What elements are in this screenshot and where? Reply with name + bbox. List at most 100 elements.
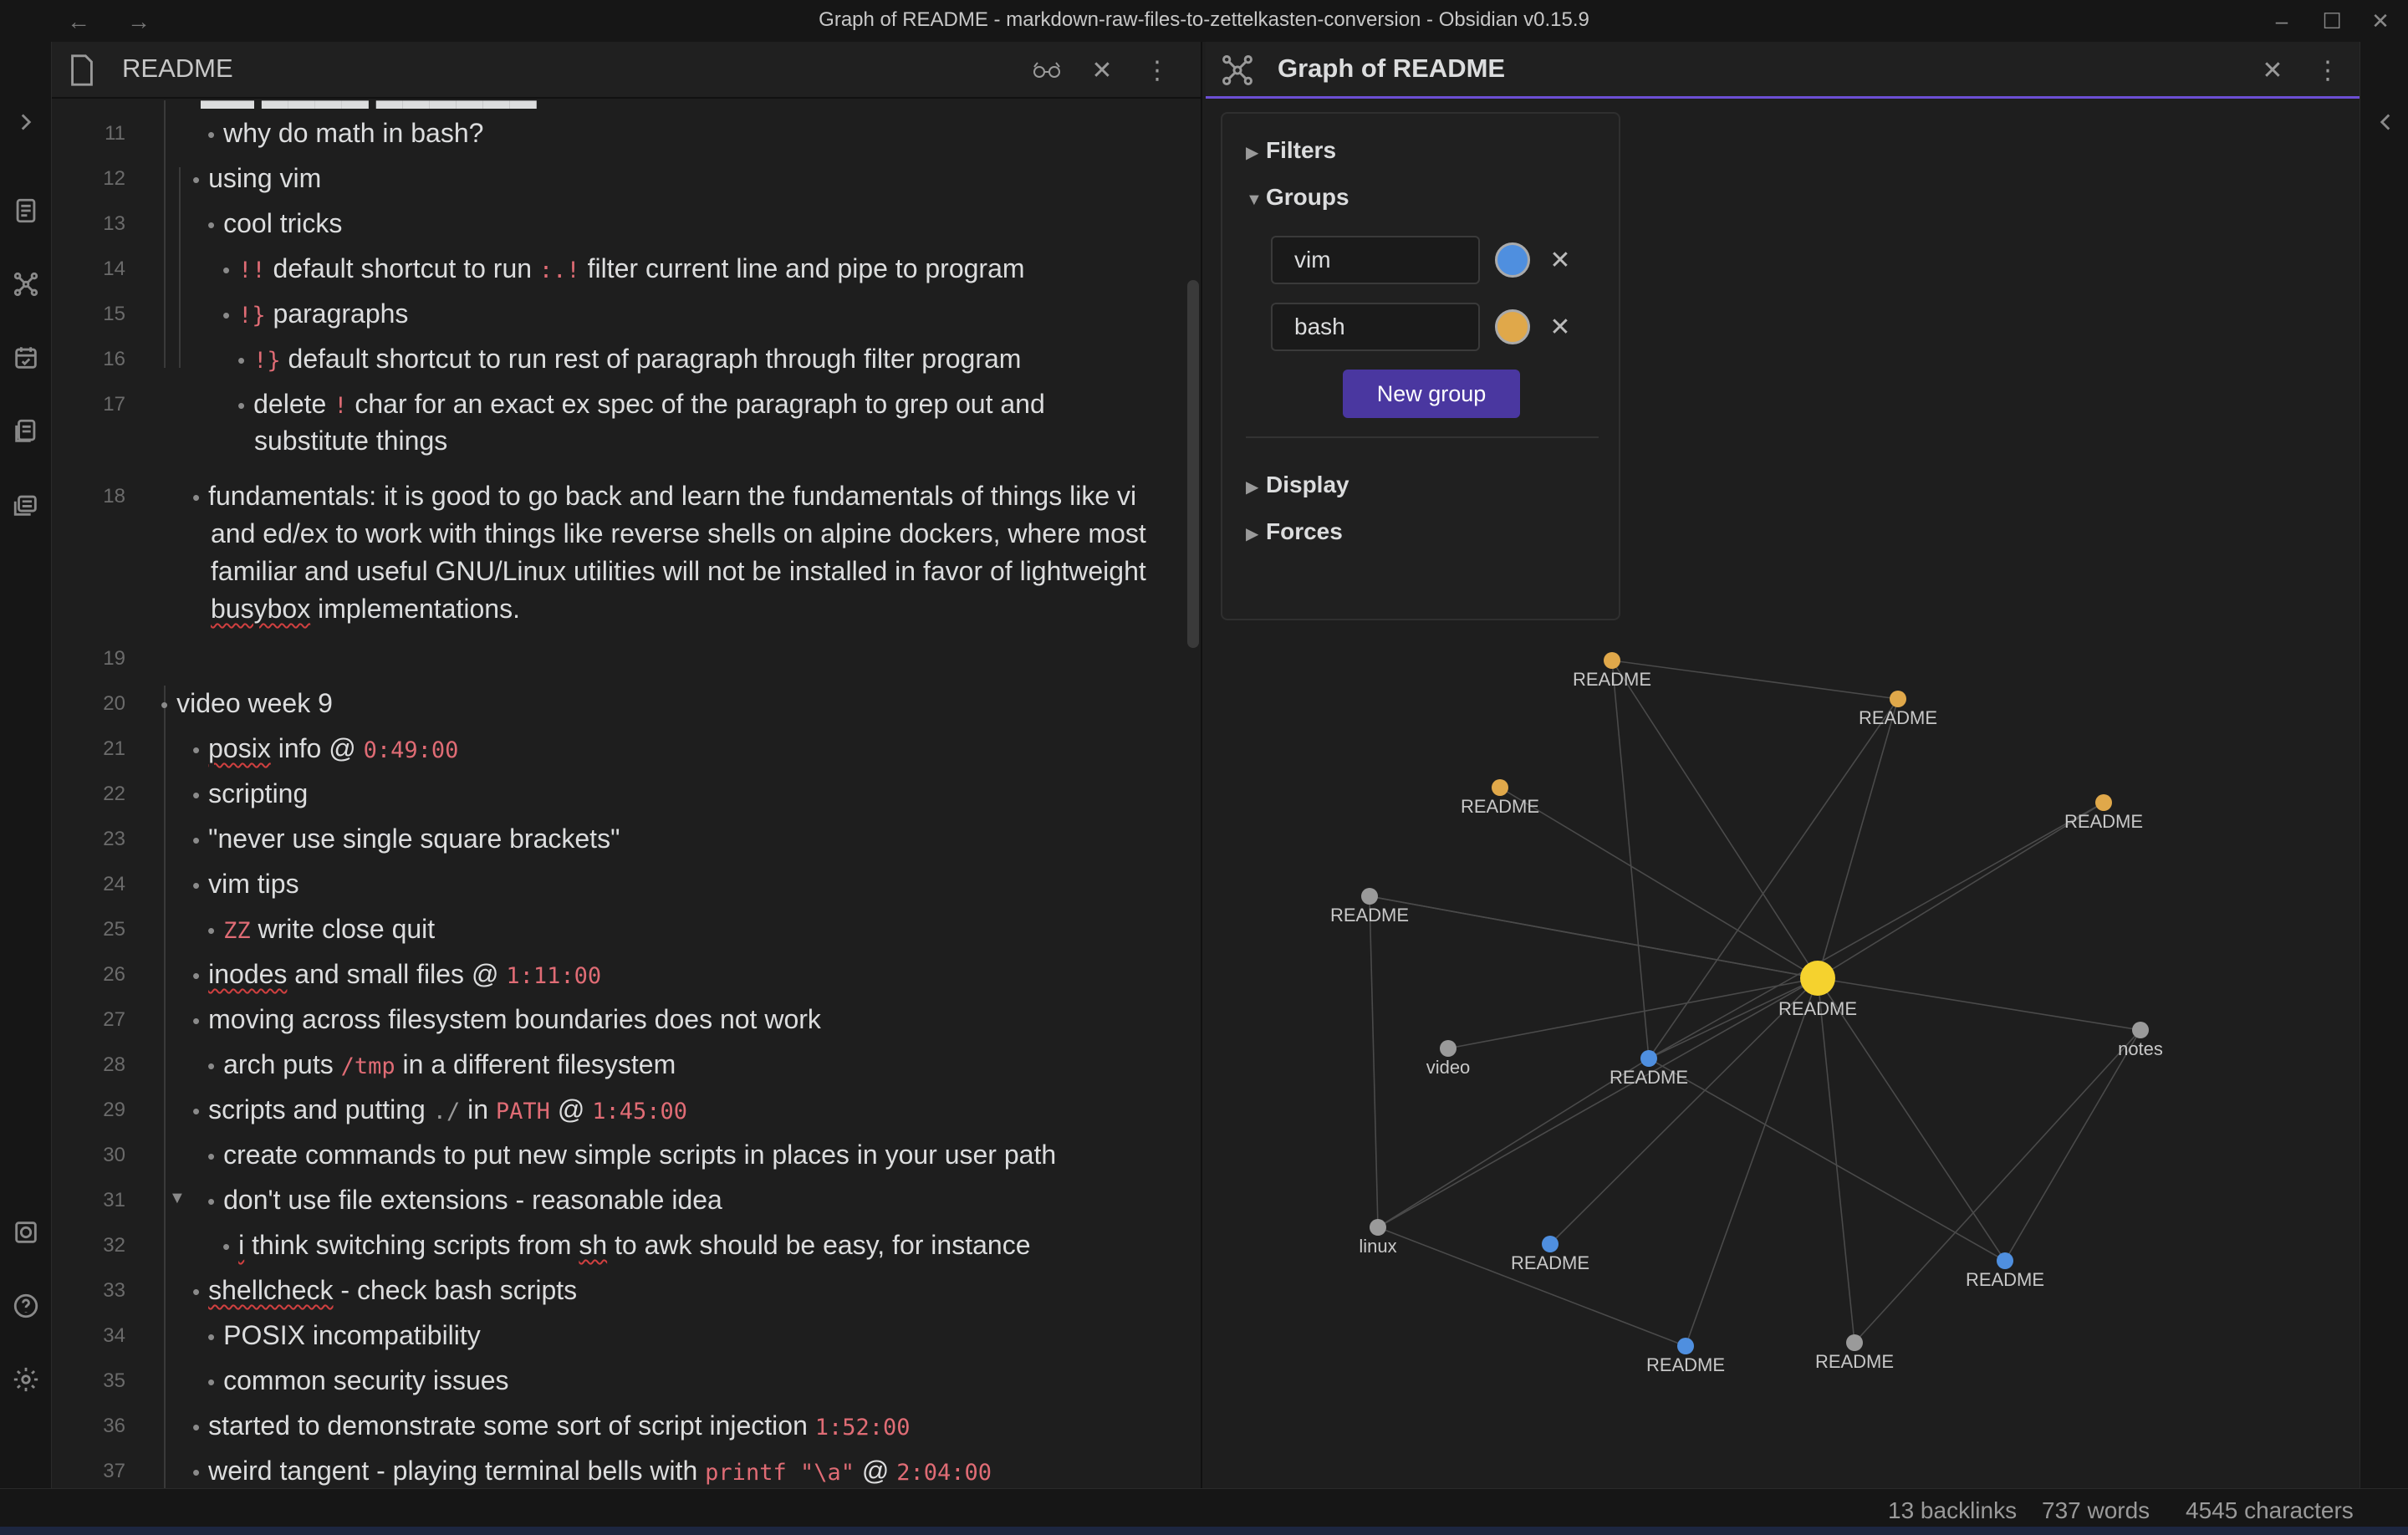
group-query-input[interactable]: vim (1271, 236, 1480, 284)
editor-line[interactable]: 30 • create commands to put new simple sc… (52, 1134, 1189, 1179)
graph-node[interactable] (1440, 1040, 1457, 1057)
graph-node[interactable] (1542, 1236, 1559, 1252)
editor-line[interactable]: 16 •!} default shortcut to run rest of p… (52, 338, 1189, 383)
editor-scrollbar[interactable] (1187, 280, 1199, 648)
graph-node-label: README (1573, 669, 1651, 690)
graph-node[interactable] (2095, 794, 2112, 811)
editor-line[interactable]: 12 • using vim (52, 157, 1189, 202)
editor-line[interactable]: 29 • scripts and putting ./ in PATH @ 1:4… (52, 1089, 1189, 1134)
graph-node-label: notes (2118, 1038, 2163, 1059)
editor-line[interactable]: 13 • cool tricks (52, 202, 1189, 247)
minimize-icon[interactable]: – (2259, 3, 2304, 38)
group-query-input[interactable]: bash (1271, 303, 1480, 351)
editor-line[interactable]: 34 • POSIX incompatibility (52, 1314, 1189, 1359)
caret-down-icon: ▼ (1246, 191, 1263, 209)
graph-node-label: README (1461, 796, 1539, 817)
settings-gear-icon[interactable] (9, 1363, 43, 1396)
graph-node[interactable] (1997, 1252, 2013, 1269)
expand-right-sidebar-icon[interactable] (2369, 105, 2402, 139)
editor-line[interactable]: 37 • weird tangent - playing terminal bel… (52, 1450, 1189, 1488)
editor-line[interactable]: 17 • delete ! char for an exact ex spec o… (52, 383, 1189, 458)
back-arrow-icon[interactable]: ← (62, 5, 95, 38)
graph-edge (1648, 802, 2104, 1059)
group-color-swatch[interactable] (1495, 309, 1530, 344)
graph-node[interactable] (1677, 1338, 1694, 1354)
editor-line[interactable]: 21 • posix info @ 0:49:00 (52, 727, 1189, 773)
graph-node[interactable] (2132, 1022, 2149, 1038)
editor-line[interactable]: 33 • shellcheck - check bash scripts (52, 1269, 1189, 1314)
vault-switcher-icon[interactable] (9, 1216, 43, 1249)
forces-section-toggle[interactable]: ▶ Forces (1246, 518, 1343, 545)
graph-more-options-icon[interactable]: ⋮ (2311, 54, 2344, 87)
graph-node[interactable] (1800, 961, 1835, 996)
graph-node[interactable] (1361, 888, 1378, 905)
reading-view-icon[interactable] (1030, 54, 1064, 87)
group-color-swatch[interactable] (1495, 242, 1530, 278)
slides-icon[interactable] (9, 488, 43, 522)
graph-node-label: README (1778, 998, 1857, 1019)
help-icon[interactable] (9, 1289, 43, 1323)
editor-line[interactable]: 26 • inodes and small files @ 1:11:00 (52, 953, 1189, 998)
editor-line[interactable]: 11 • why do math in bash? (52, 112, 1189, 157)
graph-node[interactable] (1604, 652, 1620, 669)
editor-line[interactable]: 15 •!} paragraphs (52, 293, 1189, 338)
daily-note-icon[interactable] (9, 341, 43, 375)
graph-pane: README README README README README README vide… (1206, 42, 2360, 1488)
graph-edge (1817, 977, 1855, 1344)
backlinks-count[interactable]: 13 backlinks (1888, 1497, 2017, 1524)
quick-switcher-icon[interactable] (9, 194, 43, 227)
editor-line[interactable]: 32 • i think switching scripts from sh to… (52, 1224, 1189, 1269)
more-options-icon[interactable]: ⋮ (1140, 54, 1174, 87)
forward-arrow-icon[interactable]: → (122, 5, 156, 38)
editor-line[interactable]: 22 • scripting (52, 773, 1189, 818)
caret-right-icon: ▶ (1246, 144, 1259, 162)
editor-line[interactable]: 24 • vim tips (52, 863, 1189, 908)
close-window-icon[interactable]: ✕ (2358, 3, 2403, 38)
editor-line[interactable]: 18 • fundamentals: it is good to go back … (52, 475, 1189, 625)
editor-line[interactable]: 28 • arch puts /tmp in a different filesy… (52, 1043, 1189, 1089)
editor-line[interactable]: 31 ▼ • don't use file extensions - reason… (52, 1179, 1189, 1224)
graph-edge (1611, 660, 1819, 979)
window-title: Graph of README - markdown-raw-files-to-… (819, 8, 1589, 31)
templates-icon[interactable] (9, 415, 43, 448)
editor-line[interactable]: 19 (52, 637, 1189, 682)
editor-line[interactable]: 35 • common security issues (52, 1359, 1189, 1405)
graph-node-label: linux (1359, 1236, 1396, 1257)
graph-node[interactable] (1846, 1334, 1863, 1351)
editor-line[interactable]: 20 • video week 9 (52, 682, 1189, 727)
editor-line[interactable]: 25 • ZZ write close quit (52, 908, 1189, 953)
graph-node[interactable] (1370, 1219, 1386, 1236)
character-count: 4545 characters (2186, 1497, 2354, 1523)
file-icon (71, 54, 93, 86)
graph-edge (1377, 1058, 1650, 1228)
expand-sidebar-icon[interactable] (9, 105, 43, 139)
filters-section-toggle[interactable]: ▶ Filters (1246, 137, 1336, 164)
close-tab-icon[interactable]: ✕ (1085, 54, 1119, 87)
graph-node[interactable] (1640, 1050, 1657, 1067)
new-group-button[interactable]: New group (1343, 370, 1520, 418)
groups-section-toggle[interactable]: ▼ Groups (1246, 184, 1349, 211)
right-ribbon (2360, 42, 2408, 1488)
editor-line[interactable]: 36 • started to demonstrate some sort of … (52, 1405, 1189, 1450)
editor-line[interactable]: 14 •!! default shortcut to run :.! filte… (52, 247, 1189, 293)
display-section-toggle[interactable]: ▶ Display (1246, 472, 1349, 498)
editor-pane: README ✕ ⋮ ▬▬ ▬▬▬▬ ▬▬▬▬▬▬ 11 •why do mat… (52, 42, 1202, 1488)
graph-node[interactable] (1492, 779, 1508, 796)
graph-view-icon[interactable] (9, 268, 43, 301)
graph-edge (1648, 1058, 2006, 1262)
editor-content[interactable]: ▬▬ ▬▬▬▬ ▬▬▬▬▬▬ 11 •why do math in bash? … (52, 100, 1189, 1488)
graph-edge (1817, 977, 2141, 1031)
graph-node-label: README (1610, 1067, 1688, 1088)
graph-view-icon (1222, 55, 1252, 85)
remove-group-icon[interactable]: ✕ (1543, 310, 1577, 344)
graph-node-label: README (1646, 1354, 1725, 1375)
fold-chevron-icon[interactable]: ▼ (169, 1189, 186, 1208)
close-graph-icon[interactable]: ✕ (2256, 54, 2289, 87)
graph-node[interactable] (1890, 691, 1906, 707)
editor-line[interactable]: 23 • "never use single square brackets" (52, 818, 1189, 863)
graph-edge (1611, 660, 1650, 1059)
remove-group-icon[interactable]: ✕ (1543, 243, 1577, 277)
maximize-icon[interactable]: ☐ (2309, 3, 2354, 38)
editor-line[interactable]: 27 • moving across filesystem boundaries … (52, 998, 1189, 1043)
graph-edge (1611, 660, 1899, 700)
